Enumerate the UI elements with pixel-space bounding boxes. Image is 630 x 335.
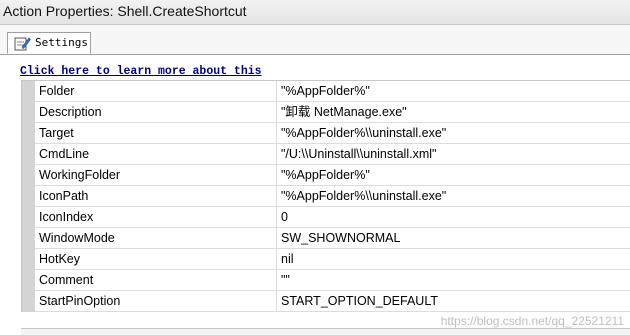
property-grid: Folder "%AppFolder%" Description "卸载 NetMan…: [21, 80, 630, 312]
property-name: WorkingFolder: [35, 165, 277, 186]
tab-strip: Settings: [0, 25, 630, 55]
row-gutter: [22, 207, 35, 228]
property-row[interactable]: IconIndex 0: [22, 207, 630, 228]
property-name: Comment: [35, 270, 277, 291]
property-value[interactable]: "%AppFolder%": [277, 81, 630, 102]
property-row[interactable]: WindowMode SW_SHOWNORMAL: [22, 228, 630, 249]
row-gutter: [22, 249, 35, 270]
property-name: Description: [35, 102, 277, 123]
property-row[interactable]: Target "%AppFolder%\\uninstall.exe": [22, 123, 630, 144]
property-row[interactable]: CmdLine "/U:\\Uninstall\\uninstall.xml": [22, 144, 630, 165]
property-name: IconPath: [35, 186, 277, 207]
property-value[interactable]: "%AppFolder%\\uninstall.exe": [277, 123, 630, 144]
property-name: HotKey: [35, 249, 277, 270]
edit-icon: [14, 37, 31, 51]
property-name: IconIndex: [35, 207, 277, 228]
property-value[interactable]: "/U:\\Uninstall\\uninstall.xml": [277, 144, 630, 165]
tab-settings[interactable]: Settings: [7, 32, 91, 54]
property-value[interactable]: "卸载 NetManage.exe": [277, 102, 630, 123]
property-name: Target: [35, 123, 277, 144]
row-gutter: [22, 144, 35, 165]
property-row[interactable]: WorkingFolder "%AppFolder%": [22, 165, 630, 186]
property-row[interactable]: HotKey nil: [22, 249, 630, 270]
settings-panel: Click here to learn more about this Fold…: [0, 55, 630, 335]
property-value[interactable]: "": [277, 270, 630, 291]
property-name: CmdLine: [35, 144, 277, 165]
row-gutter: [22, 228, 35, 249]
property-row[interactable]: StartPinOption START_OPTION_DEFAULT: [22, 291, 630, 312]
property-row[interactable]: Description "卸载 NetManage.exe": [22, 102, 630, 123]
row-gutter: [22, 81, 35, 102]
row-gutter: [22, 165, 35, 186]
window-title: Action Properties: Shell.CreateShortcut: [3, 3, 247, 19]
tab-settings-label: Settings: [35, 36, 88, 49]
property-name: WindowMode: [35, 228, 277, 249]
watermark: https://blog.csdn.net/qq_22521211: [440, 314, 624, 328]
property-value[interactable]: "%AppFolder%\\uninstall.exe": [277, 186, 630, 207]
property-name: StartPinOption: [35, 291, 277, 312]
property-value[interactable]: SW_SHOWNORMAL: [277, 228, 630, 249]
property-value[interactable]: nil: [277, 249, 630, 270]
row-gutter: [22, 102, 35, 123]
property-value[interactable]: START_OPTION_DEFAULT: [277, 291, 630, 312]
property-name: Folder: [35, 81, 277, 102]
row-gutter: [22, 291, 35, 312]
property-value[interactable]: 0: [277, 207, 630, 228]
row-gutter: [22, 123, 35, 144]
title-bar: Action Properties: Shell.CreateShortcut: [0, 0, 630, 25]
property-value[interactable]: "%AppFolder%": [277, 165, 630, 186]
property-row[interactable]: IconPath "%AppFolder%\\uninstall.exe": [22, 186, 630, 207]
row-gutter: [22, 186, 35, 207]
property-row[interactable]: Comment "": [22, 270, 630, 291]
row-gutter: [22, 270, 35, 291]
learn-more-link[interactable]: Click here to learn more about this: [20, 65, 262, 78]
property-row[interactable]: Folder "%AppFolder%": [22, 81, 630, 102]
